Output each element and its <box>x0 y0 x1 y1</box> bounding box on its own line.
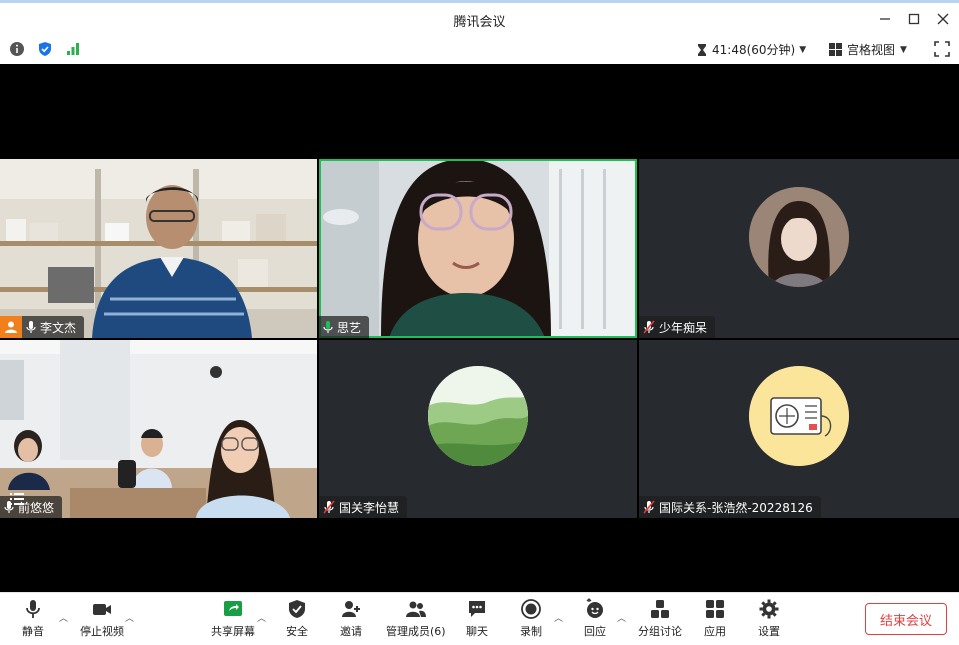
hourglass-icon <box>698 43 706 56</box>
record-button[interactable]: 录制 <box>520 598 542 639</box>
settings-label: 设置 <box>758 625 780 638</box>
mute-button[interactable]: 静音 <box>22 598 44 639</box>
microphone-icon <box>26 600 40 618</box>
video-feed <box>0 340 317 518</box>
info-icon[interactable] <box>9 41 25 57</box>
apps-button[interactable]: 应用 <box>704 598 726 639</box>
share-screen-label: 共享屏幕 <box>211 625 255 638</box>
window-title: 腾讯会议 <box>453 15 506 30</box>
meeting-info-bar: 41:48(60分钟) ▼ 宫格视图 ▼ <box>0 36 959 64</box>
avatar <box>428 366 528 466</box>
meeting-timer[interactable]: 41:48(60分钟) ▼ <box>696 41 806 58</box>
mute-label: 静音 <box>22 625 44 638</box>
manage-members-button[interactable]: 管理成员(6) <box>386 598 446 639</box>
shield-icon <box>289 600 305 618</box>
participant-label: 思艺 <box>319 316 370 338</box>
avatar <box>749 366 849 466</box>
participant-name: 国关李怡慧 <box>339 500 400 515</box>
video-tile-si-yi[interactable]: 思艺 <box>319 159 637 338</box>
camera-icon <box>93 604 111 615</box>
invite-button[interactable]: 邀请 <box>340 598 362 639</box>
video-grid: 李文杰 思艺 少年痴呆 前悠悠 国关李怡慧 国际关系-张浩然-20228126 <box>0 64 959 592</box>
settings-button[interactable]: 设置 <box>758 598 780 639</box>
participant-name: 少年痴呆 <box>659 320 708 335</box>
microphone-active-icon <box>323 321 333 333</box>
video-tile-li-wenjie[interactable]: 李文杰 <box>0 159 317 338</box>
breakout-rooms-label: 分组讨论 <box>638 625 682 638</box>
end-meeting-button[interactable]: 结束会议 <box>865 603 947 635</box>
video-tile-zhang-haoran[interactable]: 国际关系-张浩然-20228126 <box>639 340 959 518</box>
participant-label: 李文杰 <box>22 316 85 338</box>
maximize-icon[interactable] <box>902 9 926 29</box>
video-tile-qian-youyou[interactable]: 前悠悠 <box>0 340 317 518</box>
participant-label: 国际关系-张浩然-20228126 <box>639 496 821 518</box>
invite-label: 邀请 <box>340 625 362 638</box>
security-button[interactable]: 安全 <box>286 598 308 639</box>
host-badge-icon <box>0 316 22 338</box>
minimize-icon[interactable] <box>873 9 897 29</box>
close-icon[interactable] <box>931 9 955 29</box>
chevron-up-icon[interactable]: ︿ <box>257 611 266 624</box>
grid-view-icon <box>829 43 842 56</box>
react-button[interactable]: 回应 <box>584 598 606 639</box>
share-screen-icon <box>224 601 242 616</box>
microphone-icon <box>26 321 36 333</box>
timer-text: 41:48(60分钟) <box>712 43 796 57</box>
chevron-down-icon: ▼ <box>799 44 807 55</box>
chat-icon <box>469 601 485 617</box>
view-mode-label: 宫格视图 <box>847 43 896 57</box>
signal-icon[interactable] <box>65 41 81 57</box>
video-tile-shaonian-chidai[interactable]: 少年痴呆 <box>639 159 959 338</box>
fullscreen-icon[interactable] <box>934 41 950 57</box>
list-icon[interactable] <box>10 490 24 509</box>
chat-button[interactable]: 聊天 <box>466 598 488 639</box>
react-label: 回应 <box>584 625 606 638</box>
breakout-icon <box>651 600 669 618</box>
video-feed <box>0 159 317 338</box>
chevron-up-icon[interactable]: ︿ <box>125 611 134 624</box>
meeting-window: 腾讯会议 41:48(60分钟) ▼ 宫格视图 ▼ 李文杰 思艺 少年痴呆 前悠… <box>0 0 959 645</box>
microphone-muted-icon <box>643 320 655 334</box>
apps-label: 应用 <box>704 625 726 638</box>
apps-icon <box>706 600 724 618</box>
stop-video-button[interactable]: 停止视频 <box>80 598 124 639</box>
participant-label: 少年痴呆 <box>639 316 716 338</box>
participant-name: 思艺 <box>337 320 362 335</box>
meeting-toolbar: 静音 ︿ 停止视频 ︿ 共享屏幕 ︿ 安全 邀请 管理成员(6) 聊天 录制 ︿… <box>0 592 959 645</box>
shield-icon[interactable] <box>37 41 53 57</box>
chevron-up-icon[interactable]: ︿ <box>59 611 68 624</box>
chat-label: 聊天 <box>466 625 488 638</box>
security-label: 安全 <box>286 625 308 638</box>
title-bar: 腾讯会议 <box>0 0 959 36</box>
gear-icon <box>759 599 779 619</box>
record-icon <box>521 599 541 619</box>
chevron-up-icon[interactable]: ︿ <box>554 611 563 624</box>
share-screen-button[interactable]: 共享屏幕 <box>211 598 255 639</box>
video-feed <box>319 159 637 338</box>
add-user-icon <box>342 601 360 617</box>
participant-name: 国际关系-张浩然-20228126 <box>659 500 813 515</box>
chevron-down-icon: ▼ <box>900 44 907 55</box>
record-label: 录制 <box>520 625 542 638</box>
emoji-icon <box>586 598 603 618</box>
members-icon <box>405 601 426 617</box>
chevron-up-icon[interactable]: ︿ <box>617 611 626 624</box>
participant-label: 国关李怡慧 <box>319 496 408 518</box>
breakout-rooms-button[interactable]: 分组讨论 <box>638 598 682 639</box>
microphone-muted-icon <box>323 500 335 514</box>
avatar <box>749 187 849 287</box>
stop-video-label: 停止视频 <box>80 625 124 638</box>
manage-members-label: 管理成员(6) <box>386 625 446 638</box>
view-mode-selector[interactable]: 宫格视图 ▼ <box>829 41 907 58</box>
participant-name: 李文杰 <box>40 320 77 335</box>
video-tile-guoguan-li-yihui[interactable]: 国关李怡慧 <box>319 340 637 518</box>
microphone-muted-icon <box>643 500 655 514</box>
